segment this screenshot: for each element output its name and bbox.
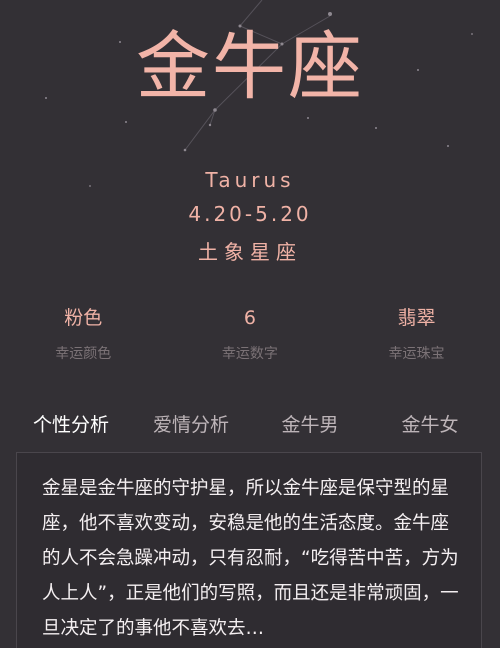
lucky-color: 粉色 幸运颜色	[0, 305, 167, 363]
lucky-number: 6 幸运数字	[167, 305, 334, 363]
lucky-jewel-value: 翡翠	[397, 307, 436, 329]
lucky-number-value: 6	[243, 307, 256, 329]
lucky-color-value: 粉色	[64, 307, 103, 329]
zodiac-date-range: 4.20-5.20	[188, 202, 312, 226]
tab-taurus-male[interactable]: 金牛男	[281, 408, 338, 442]
lucky-number-label: 幸运数字	[221, 346, 278, 362]
zodiac-english-name: Taurus	[205, 168, 295, 192]
zodiac-title: 金牛座	[136, 24, 364, 110]
analysis-panel[interactable]: 金星是金牛座的守护星，所以金牛座是保守型的星座，他不喜欢变动，安稳是他的生活态度…	[16, 452, 482, 648]
zodiac-element: 土象星座	[198, 240, 302, 264]
lucky-jewel: 翡翠 幸运珠宝	[333, 305, 500, 363]
tab-bar: 个性分析 爱情分析 金牛男 金牛女	[0, 408, 500, 442]
tab-love[interactable]: 爱情分析	[153, 408, 229, 442]
lucky-stats: 粉色 幸运颜色 6 幸运数字 翡翠 幸运珠宝	[0, 305, 500, 363]
tab-personality[interactable]: 个性分析	[33, 408, 109, 442]
tab-taurus-female[interactable]: 金牛女	[401, 408, 458, 442]
analysis-text: 金星是金牛座的守护星，所以金牛座是保守型的星座，他不喜欢变动，安稳是他的生活态度…	[42, 478, 459, 639]
lucky-color-label: 幸运颜色	[55, 346, 112, 362]
lucky-jewel-label: 幸运珠宝	[388, 346, 445, 362]
